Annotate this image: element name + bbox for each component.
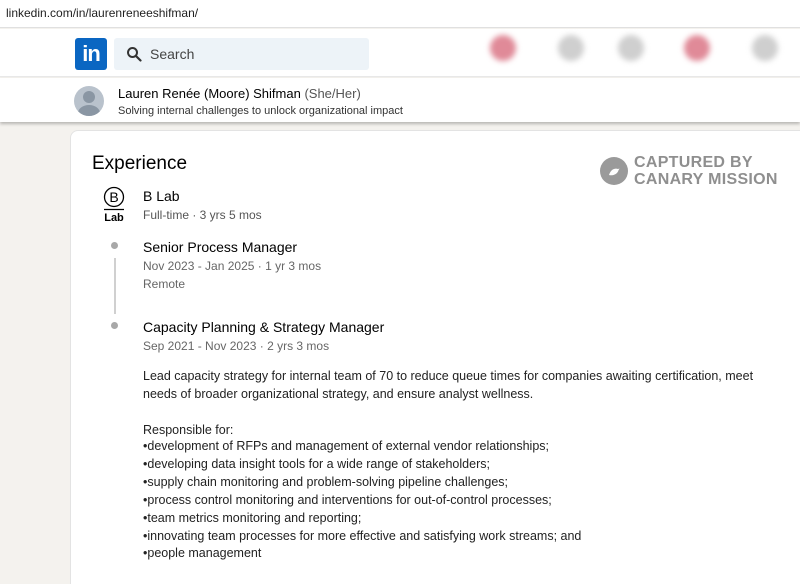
section-title: Experience xyxy=(92,153,188,174)
company-logo[interactable]: B Lab xyxy=(100,186,128,226)
watermark-line1: CAPTURED BY xyxy=(634,154,753,171)
list-item: •people management xyxy=(143,546,262,561)
company-summary: Full-time · 3 yrs 5 mos xyxy=(143,208,262,222)
responsible-heading: Responsible for: xyxy=(143,423,234,437)
list-item: •process control monitoring and interven… xyxy=(143,492,552,507)
list-item: •development of RFPs and management of e… xyxy=(143,439,549,453)
list-item: •innovating team processes for more effe… xyxy=(143,528,582,543)
search-icon xyxy=(127,47,142,62)
role-description-line: Lead capacity strategy for internal team… xyxy=(143,369,754,383)
logo-letter: B xyxy=(109,189,118,205)
linkedin-logo[interactable]: in xyxy=(75,38,107,70)
list-item: •supply chain monitoring and problem-sol… xyxy=(143,474,509,489)
canary-logo-icon xyxy=(600,157,628,185)
b-lab-logo-icon: B Lab xyxy=(103,186,125,224)
timeline-line xyxy=(114,258,116,314)
profile-headline: Solving internal challenges to unlock or… xyxy=(118,105,403,117)
logo-word: Lab xyxy=(104,212,124,224)
top-nav: in Search xyxy=(0,29,800,77)
watermark-text: CAPTURED BY CANARY MISSION xyxy=(634,154,778,188)
notification-icon-blurred[interactable] xyxy=(490,35,516,61)
watermark: CAPTURED BY CANARY MISSION xyxy=(600,154,790,190)
role-title: Senior Process Manager xyxy=(143,239,298,255)
profile-name: Lauren Renée (Moore) Shifman (She/Her) xyxy=(118,86,361,101)
jobs-icon-blurred[interactable] xyxy=(618,35,644,61)
list-item: •developing data insight tools for a wid… xyxy=(143,456,490,471)
messaging-icon-blurred[interactable] xyxy=(684,35,710,61)
timeline-dot xyxy=(111,322,118,329)
role-dates: Sep 2021 - Nov 2023 · 2 yrs 3 mos xyxy=(143,339,330,353)
company-name[interactable]: B Lab xyxy=(143,188,180,204)
role-title: Capacity Planning & Strategy Manager xyxy=(143,319,385,335)
bird-icon xyxy=(609,168,620,176)
timeline-dot xyxy=(111,242,118,249)
watermark-line2: CANARY MISSION xyxy=(634,171,778,188)
sticky-profile-header: Lauren Renée (Moore) Shifman (She/Her) S… xyxy=(0,78,800,122)
address-bar[interactable]: linkedin.com/in/laurenreneeshifman/ xyxy=(0,0,800,28)
search-input[interactable]: Search xyxy=(114,38,369,70)
role-description-line: needs of broader organizational strategy… xyxy=(143,387,534,401)
avatar[interactable] xyxy=(74,86,104,116)
role-location: Remote xyxy=(143,277,186,291)
list-item: •team metrics monitoring and reporting; xyxy=(143,510,362,525)
role-dates: Nov 2023 - Jan 2025 · 1 yr 3 mos xyxy=(143,259,322,273)
responsibilities-list: •development of RFPs and management of e… xyxy=(143,438,581,563)
profile-name-text: Lauren Renée (Moore) Shifman xyxy=(118,86,301,101)
profile-pronouns: (She/Her) xyxy=(304,86,361,101)
network-icon-blurred[interactable] xyxy=(558,35,584,61)
me-icon-blurred[interactable] xyxy=(752,35,778,61)
search-placeholder: Search xyxy=(150,46,195,62)
url-text: linkedin.com/in/laurenreneeshifman/ xyxy=(6,6,199,20)
